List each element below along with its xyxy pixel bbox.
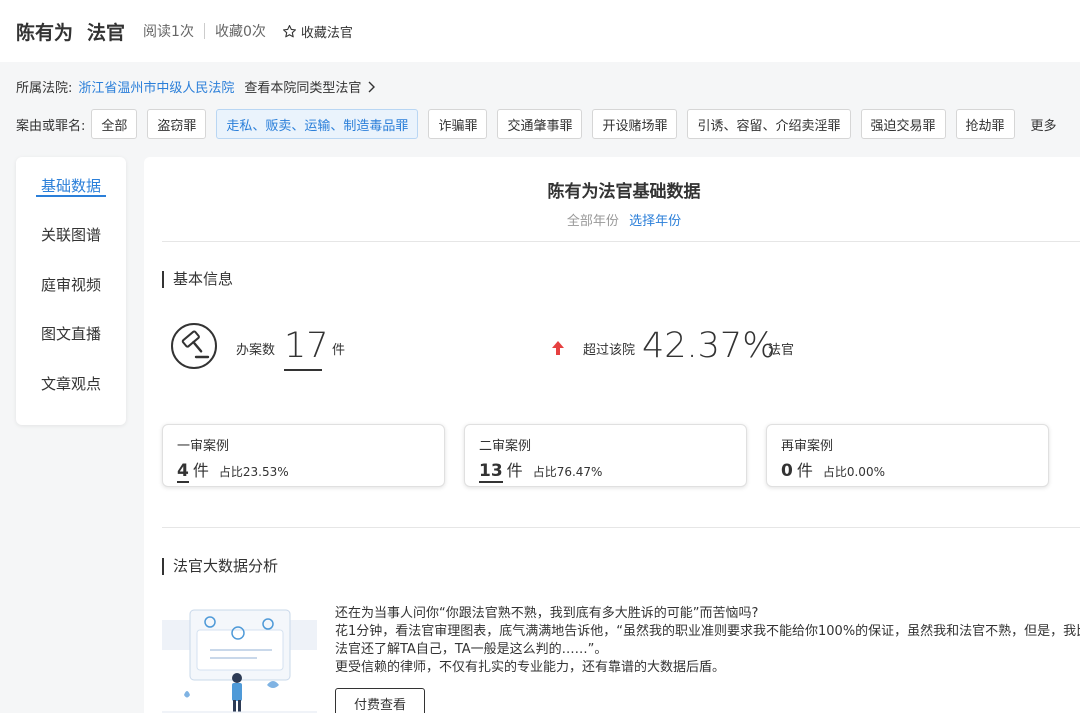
cases-count: 17 xyxy=(284,326,329,366)
favorite-judge-label: 收藏法官 xyxy=(300,25,353,41)
divider xyxy=(162,241,1080,242)
card-title: 一审案例 xyxy=(177,439,230,454)
tag-robbery[interactable]: 抢劫罪 xyxy=(955,109,1015,139)
exceed-unit: 法官 xyxy=(768,343,795,358)
court-link[interactable]: 浙江省温州市中级人民法院 xyxy=(78,77,234,96)
gavel-icon xyxy=(171,323,217,369)
retrial-card[interactable]: 再审案例 0 件 占比0.00% xyxy=(766,424,1049,487)
card-values: 13 件 占比76.47% xyxy=(479,457,602,483)
card-title: 再审案例 xyxy=(781,439,834,454)
cases-underline xyxy=(284,369,322,371)
sidebar-item-articles[interactable]: 文章观点 xyxy=(16,373,126,394)
cases-unit: 件 xyxy=(332,343,346,358)
divider xyxy=(162,527,1080,528)
meta-divider xyxy=(203,23,205,39)
card-title: 二审案例 xyxy=(479,439,532,454)
judge-header: 陈有为 法官 阅读1次 收藏0次 收藏法官 xyxy=(0,0,1080,62)
tag-prostitution[interactable]: 引诱、容留、介绍卖淫罪 xyxy=(687,109,851,139)
card-count: 13 xyxy=(479,461,503,483)
favorite-count: 收藏0次 xyxy=(214,24,266,40)
year-filter: 全部年份 选择年份 xyxy=(144,210,1080,229)
paid-view-button[interactable]: 付费查看 xyxy=(335,688,425,713)
tag-theft[interactable]: 盗窃罪 xyxy=(147,109,207,139)
same-type-judges-label: 查看本院同类型法官 xyxy=(244,81,362,96)
card-count: 0 xyxy=(781,461,793,481)
tag-fraud[interactable]: 诈骗罪 xyxy=(428,109,488,139)
same-type-judges-link[interactable]: 查看本院同类型法官 xyxy=(244,77,376,96)
sidebar-item-live-text[interactable]: 图文直播 xyxy=(16,323,126,344)
card-unit: 件 xyxy=(796,461,813,480)
sidebar-nav: 基础数据 关联图谱 庭审视频 图文直播 文章观点 xyxy=(16,157,126,425)
tag-forced-trade[interactable]: 强迫交易罪 xyxy=(860,109,946,139)
first-instance-card[interactable]: 一审案例 4 件 占比23.53% xyxy=(162,424,445,487)
sidebar-item-basic-data[interactable]: 基础数据 xyxy=(16,175,126,196)
card-values: 4 件 占比23.53% xyxy=(177,457,289,483)
bigdata-promo-text: 还在为当事人问你“你跟法官熟不熟，我到底有多大胜诉的可能”而苦恼吗? 花1分钟，… xyxy=(335,605,1080,677)
tag-traffic-accident[interactable]: 交通肇事罪 xyxy=(497,109,583,139)
tag-all[interactable]: 全部 xyxy=(91,109,138,139)
sidebar-active-indicator xyxy=(36,195,106,197)
judge-title: 法官 xyxy=(87,21,126,44)
case-type-filter: 案由或罪名: 全部 盗窃罪 走私、贩卖、运输、制造毒品罪 诈骗罪 交通肇事罪 开… xyxy=(16,109,1073,139)
exceed-label: 超过该院 xyxy=(583,343,636,358)
promo-line: 还在为当事人问你“你跟法官熟不熟，我到底有多大胜诉的可能”而苦恼吗? xyxy=(335,606,759,621)
select-year-link[interactable]: 选择年份 xyxy=(629,214,681,229)
bigdata-heading: 法官大数据分析 xyxy=(162,558,278,575)
exceed-percent: 42.37% xyxy=(642,326,776,366)
main-panel: 陈有为法官基础数据 全部年份 选择年份 基本信息 办案数 17 件 超过该院 4… xyxy=(144,157,1080,713)
tag-gambling-house[interactable]: 开设赌场罪 xyxy=(592,109,678,139)
card-values: 0 件 占比0.00% xyxy=(781,457,885,481)
card-unit: 件 xyxy=(506,461,523,480)
promo-line: 更受信赖的律师，不仅有扎实的专业能力，还有靠谱的大数据后盾。 xyxy=(335,660,726,675)
card-ratio: 占比0.00% xyxy=(822,465,885,479)
promo-line: 花1分钟，看法官审理图表，底气满满地告诉他，“虽然我的职业准则要求我不能给你10… xyxy=(335,624,1080,657)
arrow-up-icon xyxy=(552,341,564,355)
year-all-label: 全部年份 xyxy=(566,214,619,229)
read-count: 阅读1次 xyxy=(143,24,194,40)
chevron-right-icon xyxy=(368,81,376,92)
tag-more-button[interactable]: 更多 xyxy=(1025,109,1063,139)
card-ratio: 占比23.53% xyxy=(218,465,289,479)
page-title: 陈有为法官基础数据 xyxy=(547,182,701,202)
second-instance-card[interactable]: 二审案例 13 件 占比76.47% xyxy=(464,424,747,487)
data-analysis-illustration xyxy=(162,609,317,713)
basic-info-heading: 基本信息 xyxy=(162,271,233,288)
sidebar-item-relation-graph[interactable]: 关联图谱 xyxy=(16,224,126,245)
tag-drug-trafficking[interactable]: 走私、贩卖、运输、制造毒品罪 xyxy=(216,109,419,139)
case-type-label: 案由或罪名: xyxy=(16,118,86,134)
star-icon xyxy=(282,24,296,37)
card-count: 4 xyxy=(177,461,189,483)
court-row: 所属法院: 浙江省温州市中级人民法院 查看本院同类型法官 xyxy=(16,77,376,96)
cases-label: 办案数 xyxy=(236,343,276,358)
card-unit: 件 xyxy=(192,461,209,480)
court-label: 所属法院: xyxy=(16,81,73,96)
card-ratio: 占比76.47% xyxy=(532,465,603,479)
sidebar-item-trial-video[interactable]: 庭审视频 xyxy=(16,274,126,295)
judge-name: 陈有为 xyxy=(16,21,74,44)
favorite-judge-button[interactable]: 收藏法官 xyxy=(282,22,353,41)
